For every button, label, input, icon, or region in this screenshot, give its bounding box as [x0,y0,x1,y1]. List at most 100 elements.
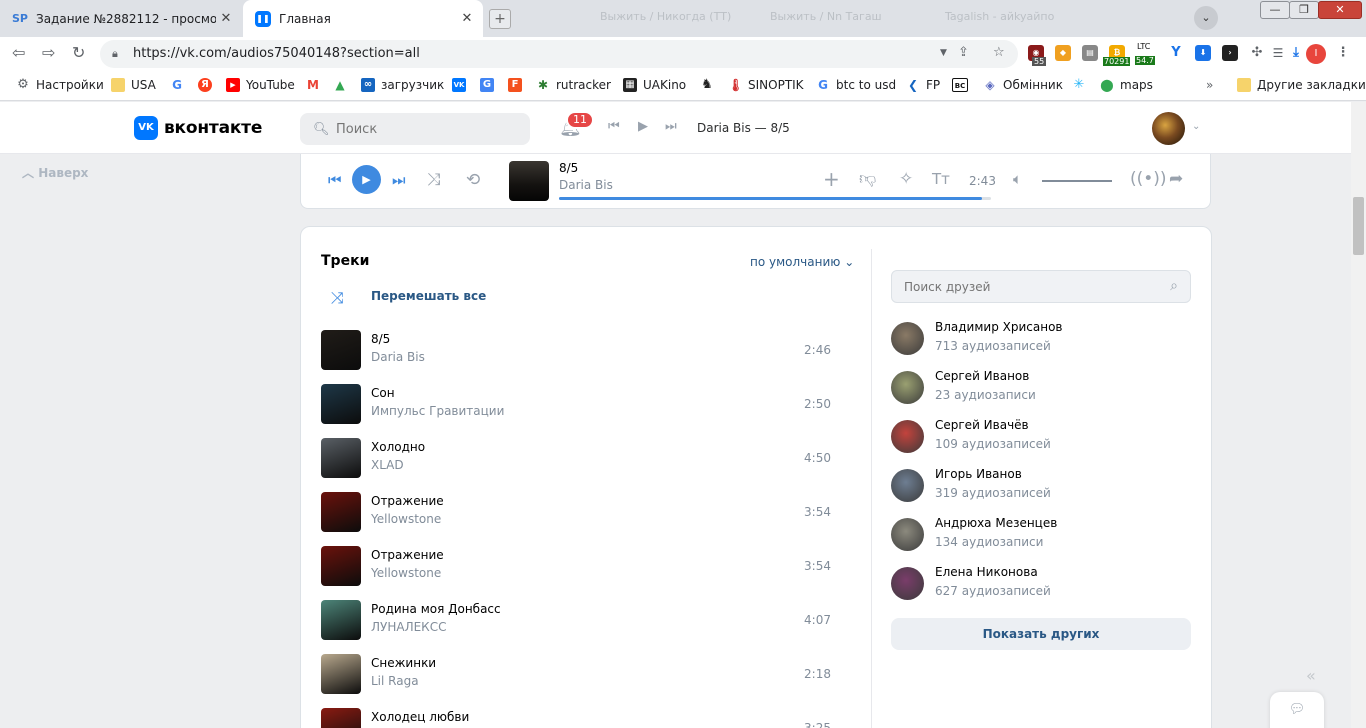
track-cover[interactable] [321,546,361,586]
next-track-icon[interactable]: ⏭ [665,119,677,134]
bookmark-other-folder[interactable]: Другие закладки [1237,78,1366,92]
download-extension-icon[interactable]: ⬇ [1195,45,1211,61]
track-cover[interactable] [321,384,361,424]
dislike-icon[interactable]: 👎︎ [859,169,876,189]
bookmark-sinoptik[interactable]: 🌡︎ SINOPTIK [728,78,804,92]
bookmark-usa[interactable]: USA [111,78,156,92]
more-bookmarks-icon[interactable]: » [1206,78,1213,92]
chat-button[interactable]: 💬︎ [1270,692,1324,728]
profile-avatar[interactable]: I [1306,44,1326,64]
bookmark-vk[interactable]: VK [452,78,472,92]
track-artist[interactable]: Импульс Гравитации [371,404,504,418]
friend-name[interactable]: Елена Никонова [935,565,1038,579]
prev-track-icon[interactable]: ⏮ [608,119,620,134]
track-row[interactable]: 8/5 Daria Bis 2:46 [321,330,851,372]
track-artist[interactable]: Lil Raga [371,674,419,688]
track-cover[interactable] [321,438,361,478]
forward-icon[interactable]: ⇨ [42,43,55,63]
friend-name[interactable]: Игорь Иванов [935,467,1022,481]
back-icon[interactable]: ⇦ [12,43,25,63]
avatar[interactable] [891,469,924,502]
volume-slider[interactable] [1042,180,1112,182]
extension-icon[interactable]: ◆ [1055,45,1071,61]
track-row[interactable]: Отражение Yellowstone 3:54 [321,492,851,534]
bookmark-translate[interactable]: G [480,78,500,92]
bookmark-downloader[interactable]: ∞ загрузчик [361,78,444,92]
close-tab-icon[interactable]: ✕ [216,11,236,26]
minimize-window-button[interactable]: — [1260,1,1290,19]
avatar[interactable] [891,371,924,404]
track-cover[interactable] [321,492,361,532]
share-icon[interactable]: ➦ [1169,169,1183,189]
shuffle-icon[interactable]: ⤨ [427,171,441,189]
bookmark-rutracker[interactable]: ✱ rutracker [536,78,611,92]
track-artist[interactable]: Daria Bis [371,350,425,364]
track-row[interactable]: Холодно XLAD 4:50 [321,438,851,480]
track-artist[interactable]: ЛУНАЛЕКСС [371,620,446,634]
header-now-playing[interactable]: Daria Bis — 8/5 [697,121,790,135]
sparkle-icon[interactable]: ✧ [899,169,913,189]
volume-icon[interactable]: 🔈︎ [1013,169,1022,189]
show-others-button[interactable]: Показать других [891,618,1191,650]
progress-bar[interactable] [559,197,991,200]
close-tab-icon[interactable]: ✕ [457,11,477,26]
search-input[interactable] [336,113,516,145]
bookmark-fp[interactable]: ❮ FP [906,78,940,92]
bookmark-google[interactable]: G [170,78,190,92]
extension-icon[interactable]: Y [1168,45,1184,61]
friend-name[interactable]: Андрюха Мезенцев [935,516,1057,530]
header-search[interactable]: 🔍︎ [300,113,530,145]
friends-search-input[interactable] [904,271,1154,302]
scrollbar-thumb[interactable] [1353,197,1364,255]
extension-icon[interactable]: › [1222,45,1238,61]
player-track-artist[interactable]: Daria Bis [559,178,613,192]
friend-name[interactable]: Сергей Иванов [935,369,1029,383]
puzzle-icon[interactable]: ✣ [1249,45,1265,61]
bookmark-uakino[interactable]: ▦ UAKino [623,78,686,92]
next-track-icon[interactable]: ⏭ [392,171,406,189]
double-chevron-left-icon[interactable]: « [1306,666,1316,685]
friend-item[interactable]: Владимир Хрисанов 713 аудиозаписей [891,319,1191,359]
playlist-icon[interactable]: ☰ [1270,45,1286,61]
track-row[interactable]: Холодец любви 3:25 [321,708,851,728]
avatar[interactable] [891,567,924,600]
track-cover[interactable] [321,330,361,370]
dropdown-icon[interactable]: ▼ [940,48,947,58]
track-row[interactable]: Снежинки Lil Raga 2:18 [321,654,851,696]
shuffle-icon[interactable]: ⤨ [331,288,344,308]
track-artist[interactable]: Yellowstone [371,566,441,580]
star-icon[interactable]: ☆ [993,45,1005,60]
bookmark-f[interactable]: F [508,78,528,92]
bookmark-exchanger[interactable]: ◈ Обмінник [983,78,1063,92]
friend-item[interactable]: Андрюха Мезенцев 134 аудиозаписи [891,515,1191,555]
bookmark-chess[interactable]: ♞ [700,78,720,92]
play-button[interactable]: ▶ [352,165,381,194]
friends-search[interactable]: ⌕ [891,270,1191,303]
avatar[interactable] [891,322,924,355]
add-icon[interactable]: + [823,169,840,189]
bookmark-settings[interactable]: ⚙ Настройки [16,78,104,93]
bookmark-maps[interactable]: ⬤ maps [1100,78,1153,92]
track-cover[interactable] [321,708,361,728]
shuffle-all-link[interactable]: Перемешать все [371,289,486,303]
to-top-link[interactable]: ︿ Наверх [22,164,88,181]
avatar[interactable] [891,420,924,453]
bookmark-youtube[interactable]: ▶ YouTube [226,78,295,92]
downloads-icon[interactable]: ⤓ [1288,45,1304,61]
friend-item[interactable]: Сергей Ивачёв 109 аудиозаписей [891,417,1191,457]
reload-icon[interactable]: ↻ [72,43,85,63]
bookmark-bc[interactable]: BC [952,78,974,92]
address-bar[interactable]: 🔒︎ https://vk.com/audios75040148?section… [100,40,1018,68]
vk-logo-icon[interactable]: VK [134,116,158,140]
prev-track-icon[interactable]: ⏮ [328,171,342,189]
bookmark-gmail[interactable]: M [306,78,326,92]
track-row[interactable]: Родина моя Донбасс ЛУНАЛЕКСС 4:07 [321,600,851,642]
bookmark-drive[interactable]: ▲ [333,78,353,92]
repeat-icon[interactable]: ⟲ [466,171,480,189]
track-row[interactable]: Отражение Yellowstone 3:54 [321,546,851,588]
track-cover[interactable] [321,600,361,640]
maximize-window-button[interactable]: ❐ [1289,1,1319,19]
bookmark-yandex[interactable]: Я [198,78,218,92]
tab-search-icon[interactable]: ⌄ [1194,6,1218,30]
track-artist[interactable]: Yellowstone [371,512,441,526]
